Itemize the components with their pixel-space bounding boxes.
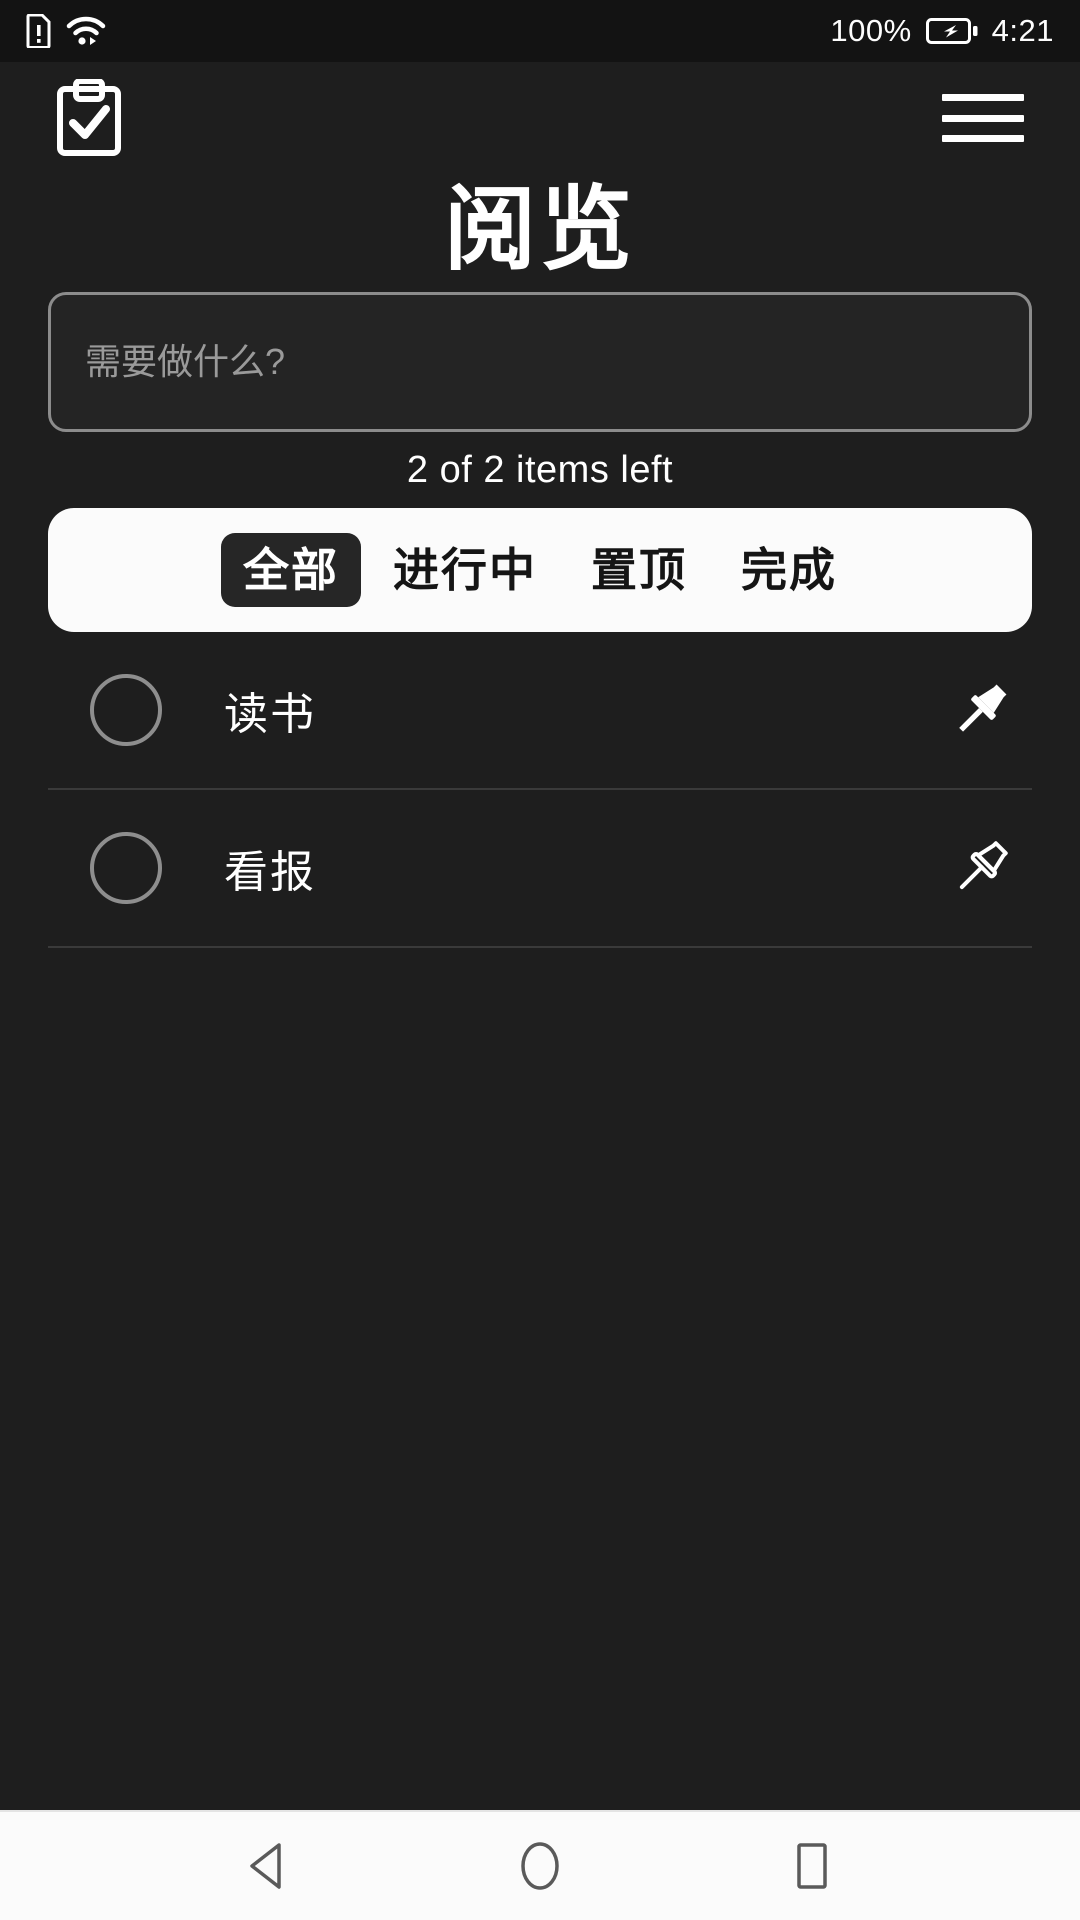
todo-list: 读书 看报 [0, 632, 1080, 1379]
hamburger-menu-icon[interactable] [942, 88, 1024, 148]
hamburger-line [942, 114, 1024, 122]
wifi-icon [66, 15, 106, 47]
battery-percent-label: 100% [830, 13, 912, 48]
items-left-label: 2 of 2 items left [406, 448, 674, 491]
page-title: 阅览 [443, 179, 636, 281]
filter-tab-active[interactable]: 进行中 [371, 533, 559, 607]
recents-square-icon[interactable] [776, 1830, 848, 1902]
pin-outline-icon[interactable] [940, 827, 1022, 909]
home-circle-icon[interactable] [504, 1830, 576, 1902]
pin-filled-icon[interactable] [940, 669, 1022, 751]
clipboard-check-icon[interactable] [56, 79, 128, 157]
filter-bar: 全部 进行中 置顶 完成 [48, 508, 1032, 632]
circle-unchecked-icon[interactable] [90, 674, 162, 746]
status-bar-left [26, 14, 106, 48]
filter-tab-all[interactable]: 全部 [221, 533, 361, 607]
list-empty-space [0, 1379, 1080, 1810]
status-bar: 100% 4:21 [0, 0, 1080, 62]
filter-bar-wrapper: 全部 进行中 置顶 完成 [0, 508, 1080, 632]
circle-unchecked-icon[interactable] [90, 832, 162, 904]
app-screen: 100% 4:21 阅览 需要做什么? 2 of 2 items left 全部… [0, 0, 1080, 1920]
status-bar-right: 100% 4:21 [830, 13, 1054, 49]
filter-tab-pinned[interactable]: 置顶 [569, 533, 709, 607]
sim-alert-icon [26, 14, 52, 48]
clock-label: 4:21 [991, 13, 1054, 48]
new-todo-input-wrapper [0, 292, 1080, 432]
back-triangle-icon[interactable] [232, 1830, 304, 1902]
battery-charging-icon [925, 17, 978, 45]
hamburger-line [942, 135, 1024, 142]
todo-item-label: 读书 [224, 690, 316, 739]
android-navigation-bar [0, 1810, 1080, 1920]
app-bar [0, 62, 1080, 174]
table-row[interactable]: 读书 [48, 632, 1032, 790]
table-row[interactable]: 看报 [48, 790, 1032, 948]
new-todo-input[interactable] [48, 292, 1032, 432]
todo-item-label: 看报 [224, 848, 316, 897]
filter-tab-completed[interactable]: 完成 [719, 533, 859, 607]
hamburger-line [942, 94, 1024, 101]
